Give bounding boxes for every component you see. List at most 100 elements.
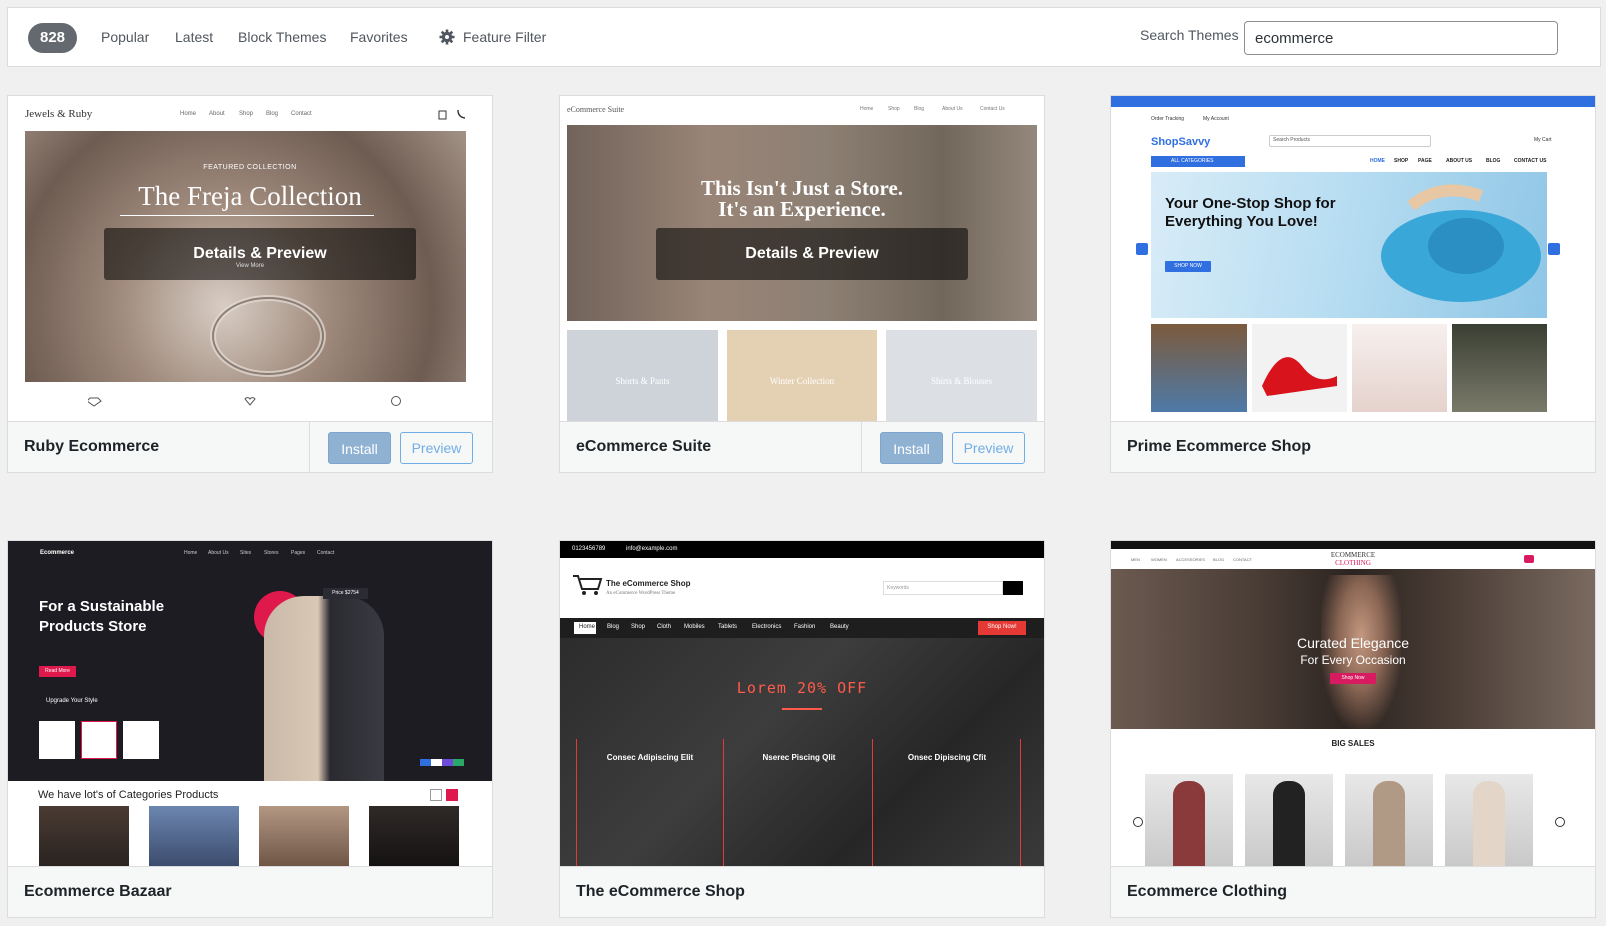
theme-name: Prime Ecommerce Shop: [1127, 438, 1312, 455]
theme-screenshot[interactable]: Order Tracking My Account ShopSavvy Sear…: [1111, 96, 1595, 421]
screenshot-section-heading: We have lot's of Categories Products: [38, 789, 219, 801]
tab-block-themes[interactable]: Block Themes: [238, 26, 326, 48]
screenshot-nav-item: Blog: [266, 111, 279, 117]
theme-name: Ecommerce Clothing: [1127, 883, 1288, 900]
theme-card-prime-ecommerce-shop[interactable]: Order Tracking My Account ShopSavvy Sear…: [1110, 95, 1596, 473]
theme-card-ecommerce-suite[interactable]: eCommerce Suite Home Shop Blog About Us …: [559, 95, 1045, 473]
screenshot-nav-item: Home: [860, 106, 874, 112]
theme-name: eCommerce Suite: [576, 438, 712, 455]
screenshot-categories: ALL CATEGORIES: [1171, 158, 1214, 164]
install-button[interactable]: Install: [880, 432, 943, 464]
search-themes-input[interactable]: [1244, 21, 1558, 55]
theme-card-ecommerce-bazaar[interactable]: Ecommerce Home About Us Sites Stores Pag…: [7, 540, 493, 918]
cart-icon: [1524, 555, 1534, 563]
theme-card-footer: Ecommerce Bazaar: [8, 866, 492, 917]
theme-card-footer: Prime Ecommerce Shop: [1111, 421, 1595, 472]
screenshot-nav-item: Cloth: [657, 624, 672, 630]
screenshot-nav-item: ABOUT US: [1446, 158, 1473, 164]
tile-label: Shirts & Blouses: [930, 376, 992, 386]
screenshot-upgrade: Upgrade Your Style: [46, 698, 98, 704]
screenshot-brand: Ecommerce: [40, 550, 75, 556]
gear-icon: [439, 29, 455, 45]
preview-button[interactable]: Preview: [952, 432, 1025, 464]
bag-phone-icons: [438, 109, 466, 120]
slider-next-icon: [1548, 243, 1560, 255]
theme-name: Ecommerce Bazaar: [24, 883, 172, 900]
screenshot-nav-item: Stores: [264, 550, 279, 556]
cart-logo-icon: [573, 575, 603, 595]
product-thumb: [1352, 324, 1447, 412]
screenshot-brand: Jewels & Ruby: [25, 108, 93, 120]
screenshot-nav-item: Sites: [240, 550, 252, 556]
screenshot-nav-item: Blog: [914, 106, 925, 112]
details-preview-overlay[interactable]: Details & Preview: [656, 228, 968, 280]
screenshot-nav-item: Contact Us: [980, 106, 1005, 112]
screenshot-phone: 0123456789: [572, 546, 606, 552]
screenshot-logo: ECOMMERCE: [1330, 551, 1376, 559]
screenshot-headline: For Every Occasion: [1300, 653, 1406, 667]
screenshot-nav-item: About Us: [208, 550, 229, 556]
screenshot-topbar-item: Order Tracking: [1151, 116, 1185, 122]
screenshot-nav-item: SHOP: [1394, 158, 1409, 164]
screenshot-nav-item: Tablets: [718, 624, 738, 630]
screenshot-nav-item: CONTACT US: [1514, 158, 1547, 164]
screenshot-nav-item: Electronics: [752, 624, 782, 630]
screenshot-nav-item: Contact: [291, 111, 312, 117]
screenshot-headline: Curated Elegance: [1296, 635, 1410, 651]
category-thumb: [39, 806, 129, 866]
screenshot-brand: eCommerce Suite: [567, 105, 625, 114]
product-thumb: [1151, 324, 1247, 412]
details-preview-overlay[interactable]: Details & Preview: [104, 228, 416, 280]
beach-hat-image: [1381, 184, 1541, 302]
screenshot-tagline: An eCommerce WordPress Theme: [606, 591, 676, 596]
screenshot-cta: SHOP NOW: [1174, 263, 1202, 269]
tab-favorites[interactable]: Favorites: [350, 26, 408, 48]
carousel-prev-icon: [1133, 817, 1143, 827]
slider-prev-icon: [1136, 243, 1148, 255]
product-thumb: [1452, 324, 1547, 412]
screenshot-nav-item: HOME: [1370, 158, 1385, 164]
feature-filter-button[interactable]: Feature Filter: [439, 26, 546, 48]
screenshot-cart: My Cart: [1534, 137, 1552, 143]
screenshot-link: View More: [235, 263, 265, 269]
screenshot-headline: For a Sustainable: [39, 598, 165, 615]
screenshot-nav-item: Shop: [239, 111, 254, 117]
feature-title: Nserec Piscing Qlit: [762, 753, 836, 762]
screenshot-headline: Lorem 20% OFF: [736, 679, 868, 697]
screenshot-logo: CLOTHING: [1335, 559, 1371, 567]
screenshot-topbar-item: My Account: [1203, 116, 1229, 122]
theme-card-the-ecommerce-shop[interactable]: 0123456789 info@example.com The eCommerc…: [559, 540, 1045, 918]
preview-button[interactable]: Preview: [400, 432, 473, 464]
theme-card-footer: Ecommerce Clothing: [1111, 866, 1595, 917]
screenshot-nav-item: Home: [579, 624, 596, 630]
screenshot-cta: Shop Now: [1341, 675, 1365, 681]
theme-screenshot[interactable]: eCommerce Suite Home Shop Blog About Us …: [560, 96, 1044, 421]
theme-name: The eCommerce Shop: [576, 883, 745, 900]
theme-screenshot[interactable]: MEN WOMEN ACCESSORIES BLOG CONTACT ECOMM…: [1111, 541, 1595, 866]
screenshot-logo: ShopSavvy: [1151, 136, 1211, 148]
screenshot-nav-item: Mobiles: [684, 624, 705, 630]
search-themes-label: Search Themes: [1140, 27, 1239, 43]
screenshot-headline: Products Store: [39, 618, 147, 635]
screenshot-nav-item: Home: [180, 111, 197, 117]
theme-card-ecommerce-clothing[interactable]: MEN WOMEN ACCESSORIES BLOG CONTACT ECOMM…: [1110, 540, 1596, 918]
screenshot-shop-now: Shop Now!: [987, 624, 1017, 630]
category-thumb: [259, 806, 349, 866]
theme-screenshot[interactable]: Jewels & Ruby Home About Shop Blog Conta…: [8, 96, 492, 421]
screenshot-nav-item: Contact: [317, 550, 335, 556]
feature-title: Consec Adipiscing Elit: [606, 753, 694, 762]
screenshot-nav-item: Home: [184, 550, 198, 556]
theme-card-ruby-ecommerce[interactable]: Jewels & Ruby Home About Shop Blog Conta…: [7, 95, 493, 473]
screenshot-nav-item: About Us: [942, 106, 963, 112]
theme-card-footer: The eCommerce Shop: [560, 866, 1044, 917]
tab-latest[interactable]: Latest: [175, 26, 213, 48]
tab-popular[interactable]: Popular: [101, 26, 149, 48]
screenshot-section-heading: BIG SALES: [1331, 739, 1375, 748]
theme-screenshot[interactable]: Ecommerce Home About Us Sites Stores Pag…: [8, 541, 492, 866]
screenshot-cta: Read More: [45, 668, 70, 674]
install-button[interactable]: Install: [328, 432, 391, 464]
screenshot-search: Search Products: [1273, 137, 1310, 143]
theme-screenshot[interactable]: 0123456789 info@example.com The eCommerc…: [560, 541, 1044, 866]
ring-image: [210, 295, 326, 377]
feature-icons: [88, 396, 401, 407]
